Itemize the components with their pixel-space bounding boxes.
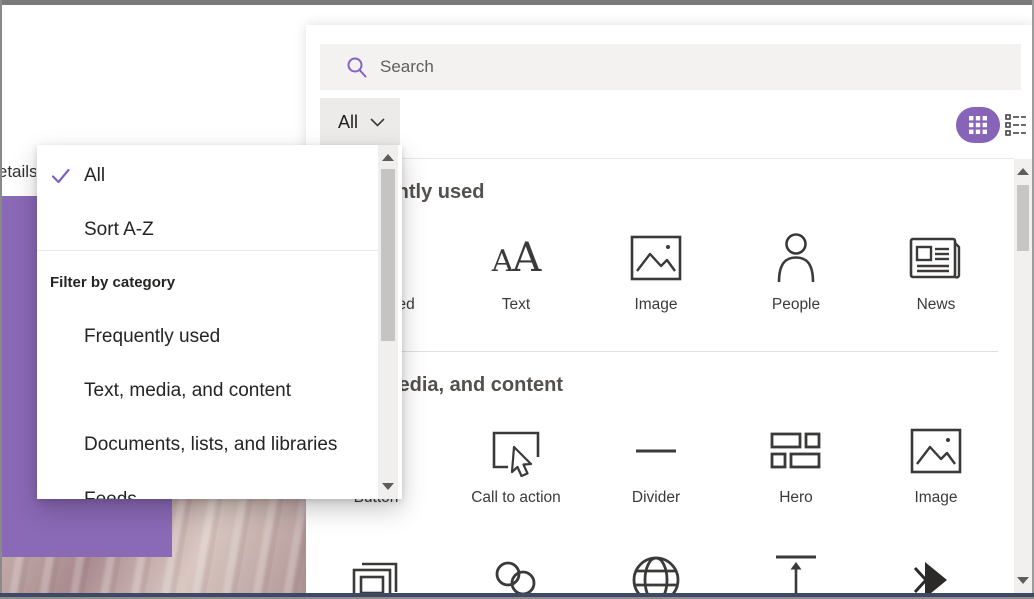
- web-part-gallery: Frequently used Highlighted content AA T…: [306, 159, 1014, 593]
- category-filter-button[interactable]: All: [320, 98, 400, 146]
- hero-icon: [770, 430, 822, 472]
- chevron-down-icon: [370, 118, 385, 127]
- image-icon: [630, 235, 682, 281]
- category-filter-label: All: [338, 112, 358, 133]
- web-part-hero[interactable]: Hero: [736, 419, 856, 508]
- page-details-label: Page details: [2, 162, 36, 182]
- grid-view-icon: [969, 116, 987, 134]
- scroll-up-icon[interactable]: [382, 154, 394, 161]
- search-input[interactable]: [380, 57, 940, 77]
- web-part-quick-links[interactable]: [876, 554, 996, 593]
- double-arrow-icon: [910, 554, 962, 593]
- menu-item-text-media-content[interactable]: Text, media, and content: [37, 364, 378, 418]
- menu-scrollbar[interactable]: [378, 145, 398, 499]
- scroll-down-icon[interactable]: [382, 483, 394, 490]
- menu-item-all[interactable]: All: [37, 149, 378, 203]
- menu-item-frequently-used[interactable]: Frequently used: [37, 310, 378, 364]
- globe-icon: [630, 554, 682, 593]
- web-part-news[interactable]: News: [876, 226, 996, 315]
- panel-scrollbar-thumb[interactable]: [1017, 185, 1029, 251]
- scroll-down-icon[interactable]: [1017, 577, 1029, 584]
- menu-item-sort-a-z[interactable]: Sort A-Z: [37, 203, 378, 257]
- panel-scrollbar[interactable]: [1014, 159, 1032, 593]
- menu-item-label: Sort A-Z: [84, 219, 154, 241]
- search-box[interactable]: [320, 44, 1021, 90]
- link-icon: [490, 554, 542, 593]
- window-border-top: [0, 0, 1034, 5]
- web-part-spacer[interactable]: [736, 554, 856, 593]
- web-part-call-to-action[interactable]: Call to action: [456, 419, 576, 508]
- list-view-toggle[interactable]: [1004, 113, 1028, 137]
- menu-item-feeds[interactable]: Feeds: [37, 473, 378, 499]
- web-part-link[interactable]: [456, 554, 576, 593]
- news-icon: [909, 235, 963, 281]
- menu-item-label: Documents, lists, and libraries: [84, 434, 337, 456]
- checkmark-icon: [50, 167, 84, 185]
- category-filter-menu: All Sort A-Z Filter by category Frequent…: [37, 145, 402, 499]
- grid-view-toggle[interactable]: [956, 107, 1000, 143]
- image-gallery-icon: [350, 554, 402, 593]
- call-to-action-icon: [490, 425, 542, 477]
- web-part-image-2[interactable]: Image: [876, 419, 996, 508]
- text-icon: AA: [492, 235, 541, 281]
- menu-item-label: Frequently used: [84, 326, 220, 348]
- menu-divider: [37, 250, 378, 251]
- people-icon: [772, 232, 820, 284]
- section-divider: [322, 351, 998, 352]
- scroll-up-icon[interactable]: [1017, 168, 1029, 175]
- web-part-divider[interactable]: Divider: [596, 419, 716, 508]
- web-part-toolbox-panel: All Frequently used: [306, 25, 1032, 593]
- window-border-left: [0, 0, 2, 599]
- list-view-icon: [1005, 114, 1027, 136]
- menu-item-label: Feeds: [84, 489, 137, 499]
- menu-item-label: All: [84, 165, 105, 187]
- menu-item-documents-lists-libraries[interactable]: Documents, lists, and libraries: [37, 418, 378, 472]
- web-part-image[interactable]: Image: [596, 226, 716, 315]
- menu-section-header: Filter by category: [50, 255, 175, 309]
- web-part-people[interactable]: People: [736, 226, 856, 315]
- search-icon: [346, 56, 368, 78]
- spacer-icon: [770, 554, 822, 593]
- image-icon: [910, 428, 962, 474]
- web-part-world[interactable]: [596, 554, 716, 593]
- menu-scrollbar-thumb[interactable]: [381, 169, 395, 341]
- web-part-text[interactable]: AA Text: [456, 226, 576, 315]
- divider-icon: [634, 447, 678, 455]
- page-details-button[interactable]: Page details: [2, 158, 36, 192]
- menu-item-label: Text, media, and content: [84, 380, 291, 402]
- web-part-image-gallery[interactable]: [316, 554, 436, 593]
